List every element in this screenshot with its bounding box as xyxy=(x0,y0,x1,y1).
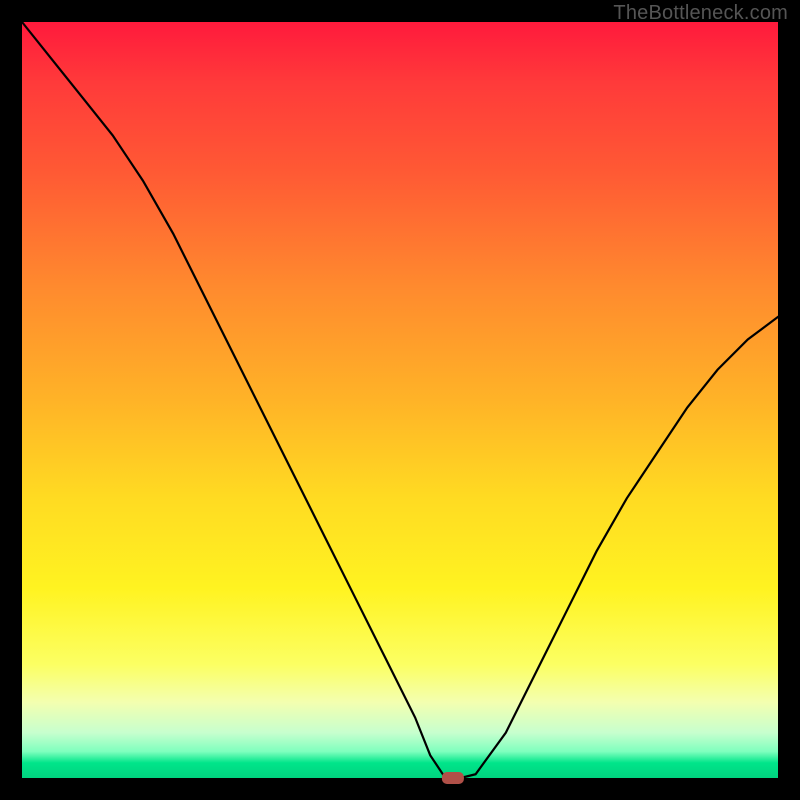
bottleneck-curve xyxy=(22,22,778,778)
chart-frame: TheBottleneck.com xyxy=(0,0,800,800)
plot-svg xyxy=(22,22,778,778)
optimum-marker xyxy=(442,772,464,784)
plot-gradient-area xyxy=(22,22,778,778)
watermark-text: TheBottleneck.com xyxy=(613,2,788,25)
